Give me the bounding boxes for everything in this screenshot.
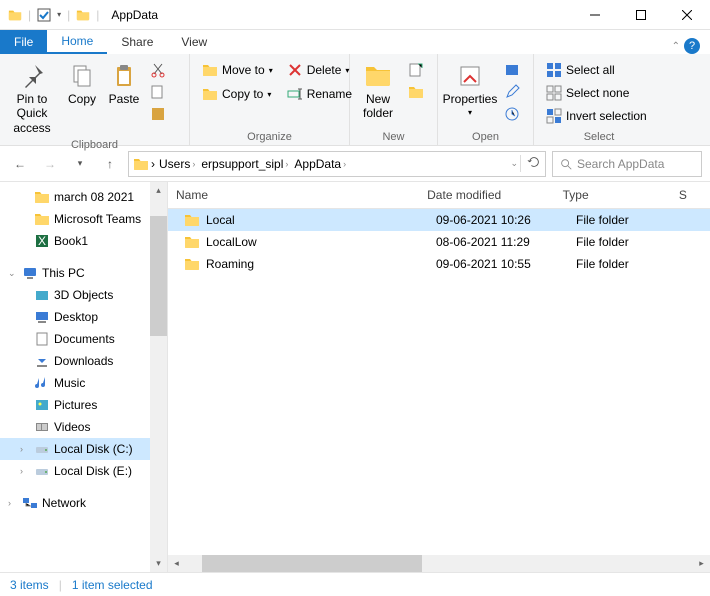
qat-sep: | [28,8,31,22]
sidebar-item[interactable]: Desktop [0,306,167,328]
sidebar-item[interactable]: Book1 [0,230,167,252]
invert-selection-button[interactable]: Invert selection [542,106,651,126]
new-folder-button[interactable]: New folder [354,60,402,123]
sidebar-item[interactable]: Microsoft Teams [0,208,167,230]
paste-button[interactable]: Paste [104,60,144,108]
folder-icon [8,8,22,22]
paste-shortcut-button[interactable] [146,104,170,124]
address-bar[interactable]: › Users› erpsupport_sipl› AppData› ⌄ [128,151,546,177]
folder-icon [133,156,149,172]
crumb[interactable]: erpsupport_sipl› [199,157,290,171]
navigation-pane[interactable]: march 08 2021 Microsoft Teams Book1 ⌄Thi… [0,182,168,572]
group-open: Open [442,129,529,145]
rename-button[interactable]: Rename [283,84,356,104]
close-button[interactable] [664,0,710,30]
chevron-right-icon[interactable]: › [151,157,155,171]
history-button[interactable] [500,104,524,124]
tab-file[interactable]: File [0,30,47,54]
select-all-button[interactable]: Select all [542,60,651,80]
qat-check-icon[interactable] [37,8,51,22]
window-title: AppData [107,8,572,22]
file-row[interactable]: Roaming09-06-2021 10:55File folder [168,253,710,275]
qat-dropdown-icon[interactable]: ▾ [57,10,61,19]
new-item-button[interactable] [404,60,428,80]
group-organize: Organize [194,129,345,145]
qat-sep: | [67,8,70,22]
sidebar-item[interactable]: Pictures [0,394,167,416]
tab-home[interactable]: Home [47,30,107,54]
open-button[interactable] [500,60,524,80]
folder-icon [76,8,90,22]
delete-button[interactable]: Delete ▾ [283,60,356,80]
sidebar-item-local-disk-c[interactable]: ›Local Disk (C:) [0,438,167,460]
forward-button[interactable]: → [38,152,62,176]
sidebar-item[interactable]: Videos [0,416,167,438]
select-none-button[interactable]: Select none [542,83,651,103]
help-button[interactable]: ? [684,38,700,54]
pin-to-quick-access-button[interactable]: Pin to Quick access [4,60,60,137]
up-button[interactable]: ↑ [98,152,122,176]
status-selected-count: 1 item selected [72,578,153,592]
sidebar-item[interactable]: 3D Objects [0,284,167,306]
maximize-button[interactable] [618,0,664,30]
copy-button[interactable]: Copy [62,60,102,108]
group-new: New [354,129,433,145]
status-item-count: 3 items [10,578,49,592]
column-date[interactable]: Date modified [419,188,555,202]
sidebar-item-network[interactable]: ›Network [0,492,167,514]
tab-view[interactable]: View [167,30,221,54]
address-dropdown-icon[interactable]: ⌄ [510,158,518,169]
qat-sep: | [96,8,99,22]
properties-button[interactable]: Properties▾ [442,60,498,120]
easy-access-button[interactable] [404,82,428,102]
search-icon [559,157,573,171]
group-select: Select [538,129,660,145]
refresh-button[interactable] [520,155,541,172]
back-button[interactable]: ← [8,152,32,176]
ribbon-collapse-icon[interactable]: ⌃ [672,41,680,52]
file-row[interactable]: Local09-06-2021 10:26File folder [168,209,710,231]
column-name[interactable]: Name [168,188,419,202]
sidebar-item[interactable]: ›Local Disk (E:) [0,460,167,482]
sidebar-item-this-pc[interactable]: ⌄This PC [0,262,167,284]
column-type[interactable]: Type [555,188,671,202]
move-to-button[interactable]: Move to ▾ [198,60,277,80]
sidebar-item[interactable]: Documents [0,328,167,350]
horizontal-scrollbar[interactable]: ◂▸ [168,555,710,572]
cut-button[interactable] [146,60,170,80]
column-size[interactable]: S [671,188,710,202]
file-row[interactable]: LocalLow08-06-2021 11:29File folder [168,231,710,253]
copy-to-button[interactable]: Copy to ▾ [198,84,277,104]
sidebar-scrollbar[interactable]: ▴▾ [150,182,167,572]
sidebar-item[interactable]: Downloads [0,350,167,372]
tab-share[interactable]: Share [107,30,167,54]
sidebar-item[interactable]: Music [0,372,167,394]
search-input[interactable]: Search AppData [552,151,702,177]
sidebar-item[interactable]: march 08 2021 [0,186,167,208]
crumb[interactable]: AppData› [292,157,348,171]
copy-path-button[interactable] [146,82,170,102]
recent-locations-button[interactable]: ▾ [68,152,92,176]
minimize-button[interactable] [572,0,618,30]
edit-button[interactable] [500,82,524,102]
crumb[interactable]: Users› [157,157,197,171]
